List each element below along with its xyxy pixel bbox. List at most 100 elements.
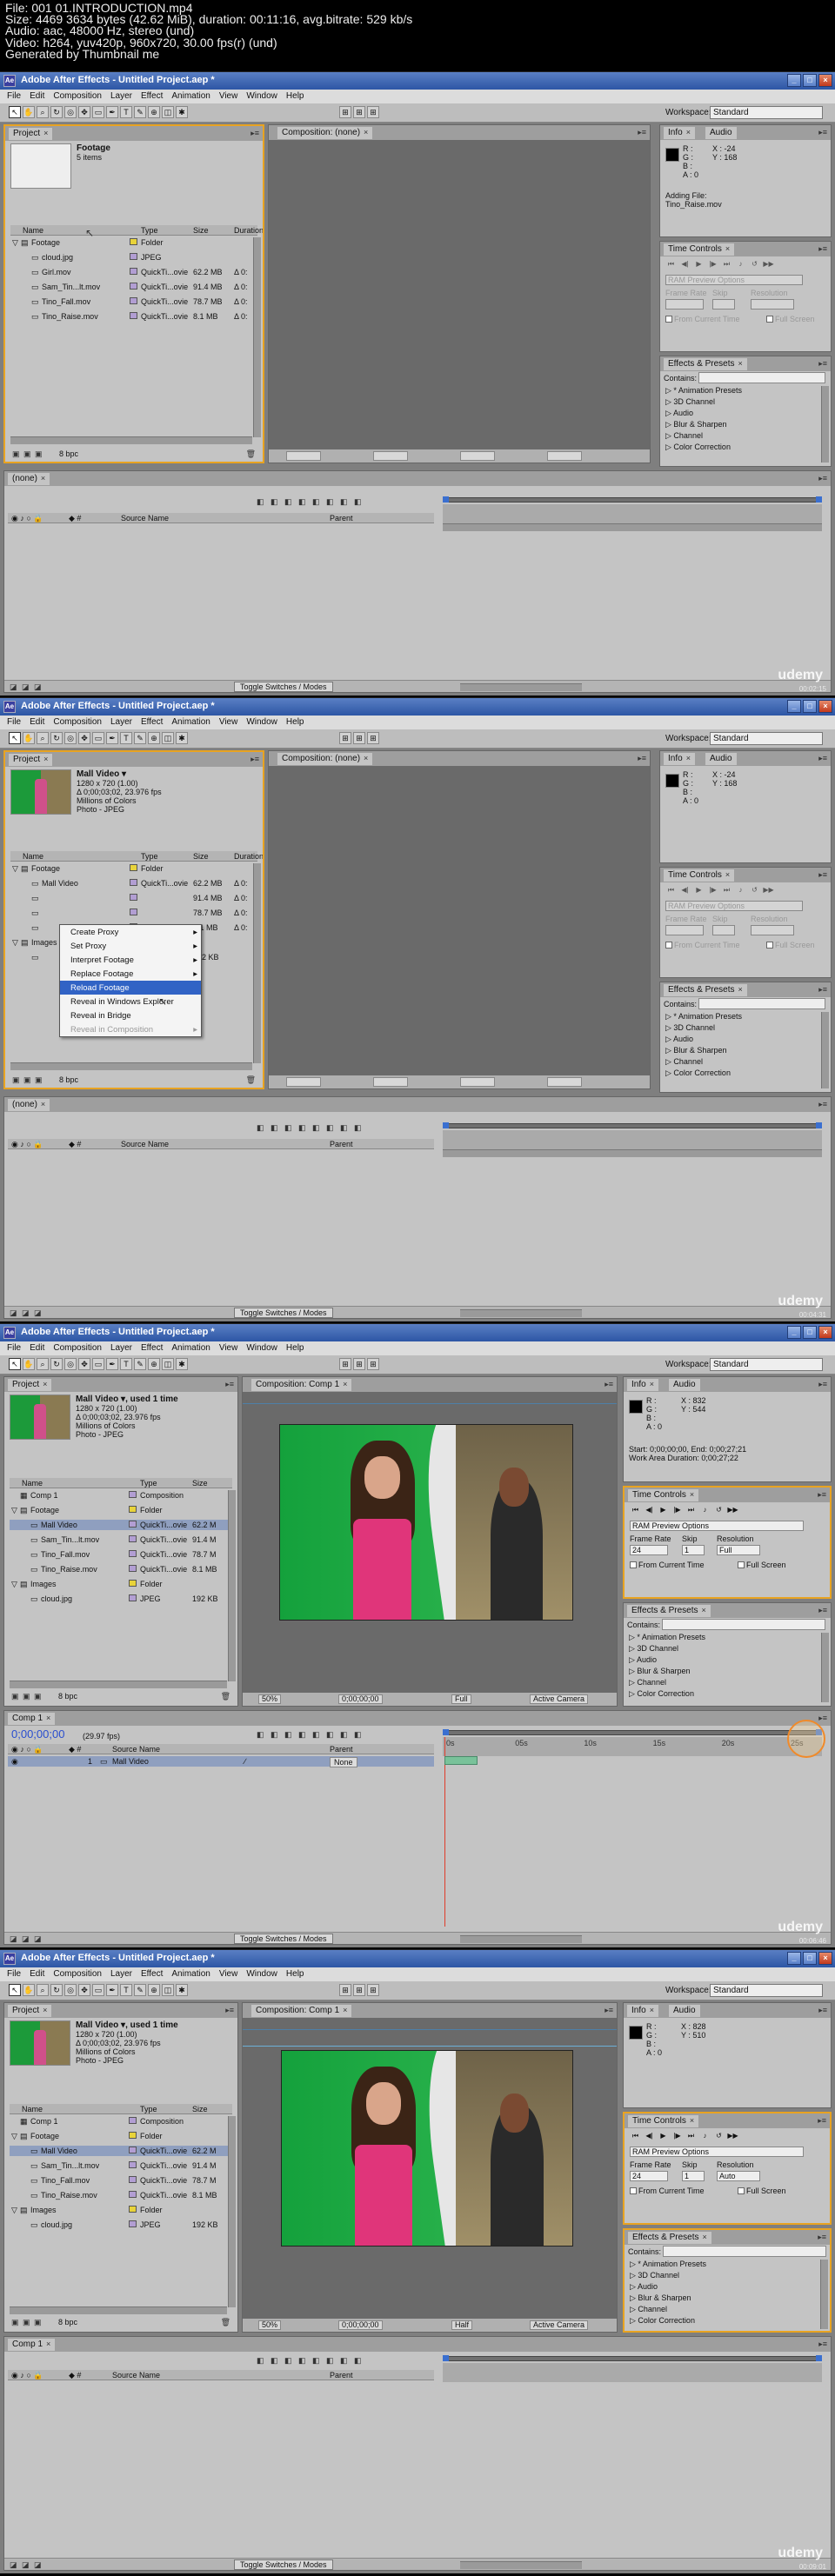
menu-composition[interactable]: Composition: [53, 717, 102, 728]
column-name[interactable]: Name: [23, 226, 43, 235]
disclosure-triangle-icon[interactable]: ▷: [629, 1667, 637, 1675]
panel-menu-icon[interactable]: ▸≡: [818, 870, 827, 880]
tab-time-controls[interactable]: Time Controls ×: [664, 869, 735, 882]
disclosure-triangle-icon[interactable]: ▷: [665, 420, 673, 429]
audio-toggle-icon[interactable]: ♪: [735, 259, 746, 269]
in-out-icon[interactable]: ◪: [34, 2560, 42, 2570]
new-composition-icon[interactable]: ▣: [35, 449, 43, 459]
panel-menu-icon[interactable]: ▸≡: [250, 129, 259, 138]
folder-row[interactable]: ▽ ▤ Footage Folder: [10, 2131, 232, 2141]
toggle-switches-modes-button[interactable]: Toggle Switches / Modes: [234, 682, 333, 692]
workspace-select[interactable]: Standard: [710, 732, 823, 745]
file-row[interactable]: ▭ Tino_Raise.mov QuickTi...ovie 8.1 MB Δ 0:: [10, 311, 257, 322]
effects-category[interactable]: ▷ * Animation Presets: [665, 1012, 742, 1021]
tab-timeline[interactable]: Comp 1 ×: [8, 2339, 56, 2351]
minimize-button[interactable]: _: [787, 1326, 801, 1339]
brush-tool-icon[interactable]: ✎: [134, 106, 146, 118]
file-row[interactable]: ▭ Tino_Raise.mov QuickTi...ovie 8.1 MB: [10, 2190, 232, 2200]
previous-frame-icon[interactable]: ◀|: [644, 1505, 655, 1514]
effects-category[interactable]: ▷ 3D Channel: [665, 397, 715, 406]
menu-layer[interactable]: Layer: [110, 1969, 132, 1980]
label-color-swatch[interactable]: [129, 1594, 137, 1601]
composition-row[interactable]: ▦ Comp 1 Composition: [10, 2116, 232, 2127]
column-size[interactable]: Size: [193, 226, 209, 235]
label-color-swatch[interactable]: [129, 2220, 137, 2227]
previous-frame-icon[interactable]: ◀|: [679, 259, 691, 269]
magnification-select[interactable]: [286, 1077, 321, 1087]
label-color-swatch[interactable]: [129, 2176, 137, 2183]
tab-effects-presets[interactable]: Effects & Presets ×: [664, 984, 747, 996]
time-ruler[interactable]: [443, 1130, 822, 1149]
menu-window[interactable]: Window: [246, 717, 277, 728]
disclosure-triangle-icon[interactable]: ▷: [630, 2293, 638, 2302]
view-axis-icon[interactable]: ⊞: [367, 1984, 379, 1996]
puppet-tool-icon[interactable]: ✱: [176, 732, 188, 744]
column-name[interactable]: Name: [22, 2105, 43, 2113]
close-window-button[interactable]: ×: [818, 700, 832, 713]
brainstorm-icon[interactable]: ◧: [340, 1123, 348, 1133]
local-axis-icon[interactable]: ⊞: [339, 732, 351, 744]
folder-row[interactable]: ▽ ▤ Footage Folder: [10, 863, 257, 874]
world-axis-icon[interactable]: ⊞: [353, 106, 365, 118]
frame-rate-select[interactable]: [665, 925, 704, 935]
puppet-tool-icon[interactable]: ✱: [176, 1984, 188, 1996]
av-switches-icon[interactable]: ◉ ♪ ○ 🔒: [11, 2371, 43, 2380]
render-switches-icon[interactable]: ◪: [10, 1934, 17, 1944]
label-color-swatch[interactable]: [129, 2191, 137, 2198]
file-row[interactable]: ▭ Sam_Tin...lt.mov QuickTi...ovie 91.4 M: [10, 2160, 232, 2171]
hide-shy-icon[interactable]: ◧: [298, 1730, 306, 1740]
label-color-swatch[interactable]: [129, 2132, 137, 2139]
timeline-zoom-slider[interactable]: [460, 1309, 582, 1317]
pen-tool-icon[interactable]: ✒: [106, 1358, 118, 1370]
menu-window[interactable]: Window: [246, 91, 277, 102]
menu-layer[interactable]: Layer: [110, 717, 132, 728]
label-color-swatch[interactable]: [130, 864, 137, 871]
hide-shy-icon[interactable]: ◧: [298, 2356, 306, 2366]
project-scrollbar-vertical[interactable]: [228, 1490, 236, 1681]
type-tool-icon[interactable]: T: [120, 1984, 132, 1996]
disclosure-triangle-icon[interactable]: ▷: [665, 397, 673, 406]
effects-category[interactable]: ▷ Blur & Sharpen: [629, 1667, 690, 1675]
next-frame-icon[interactable]: |▶: [707, 259, 718, 269]
effects-category[interactable]: ▷ Channel: [630, 2305, 667, 2313]
disclosure-triangle-icon[interactable]: ▽: [12, 864, 18, 874]
pan-behind-tool-icon[interactable]: ✥: [78, 1984, 90, 1996]
file-row[interactable]: ▭ Mall Video QuickTi...ovie 62.2 MB Δ 0:: [10, 878, 257, 889]
disclosure-triangle-icon[interactable]: ▽: [11, 1580, 17, 1589]
file-row[interactable]: ▭ Sam_Tin...lt.mov QuickTi...ovie 91.4 MB Δ …: [10, 282, 257, 292]
tab-project[interactable]: Project ×: [9, 754, 53, 766]
bit-depth-label[interactable]: 8 bpc: [58, 2318, 77, 2326]
ram-preview-icon[interactable]: ▶▶: [763, 885, 774, 895]
first-frame-icon[interactable]: ⏮: [665, 259, 677, 269]
disclosure-triangle-icon[interactable]: ▷: [665, 431, 673, 440]
close-icon[interactable]: ×: [650, 2006, 654, 2014]
menu-animation[interactable]: Animation: [171, 1969, 210, 1980]
close-icon[interactable]: ×: [738, 985, 743, 994]
bit-depth-label[interactable]: 8 bpc: [58, 1692, 77, 1701]
current-time-display[interactable]: [373, 1077, 408, 1087]
loop-icon[interactable]: ↺: [749, 885, 760, 895]
time-ruler[interactable]: [443, 1737, 822, 1756]
close-window-button[interactable]: ×: [818, 74, 832, 87]
in-out-icon[interactable]: ◪: [34, 1308, 42, 1318]
effects-scrollbar[interactable]: [821, 1633, 829, 1702]
menu-effect[interactable]: Effect: [141, 717, 163, 728]
first-frame-icon[interactable]: ⏮: [665, 885, 677, 895]
file-row[interactable]: ▭ cloud.jpg JPEG 192 KB: [10, 2220, 232, 2230]
effects-category[interactable]: ▷ Color Correction: [665, 1068, 731, 1077]
bit-depth-label[interactable]: 8 bpc: [59, 449, 78, 458]
zoom-tool-icon[interactable]: ⌕: [37, 106, 49, 118]
effects-category[interactable]: ▷ * Animation Presets: [630, 2260, 706, 2268]
eraser-tool-icon[interactable]: ◫: [162, 732, 174, 744]
hide-shy-icon[interactable]: ◧: [298, 1123, 306, 1133]
tab-timeline[interactable]: Comp 1 ×: [8, 1713, 56, 1725]
audio-toggle-icon[interactable]: ♪: [699, 2131, 711, 2140]
draft-3d-icon[interactable]: ◧: [284, 1730, 292, 1740]
from-current-time-checkbox[interactable]: From Current Time: [665, 941, 740, 949]
motion-blur-icon[interactable]: ◧: [326, 2356, 334, 2366]
camera-tool-icon[interactable]: ◎: [64, 732, 77, 744]
label-color-swatch[interactable]: [129, 2206, 137, 2213]
file-row[interactable]: ▭ Tino_Raise.mov QuickTi...ovie 8.1 MB: [10, 1564, 232, 1574]
menu-layer[interactable]: Layer: [110, 91, 132, 102]
disclosure-triangle-icon[interactable]: ▽: [12, 938, 18, 948]
